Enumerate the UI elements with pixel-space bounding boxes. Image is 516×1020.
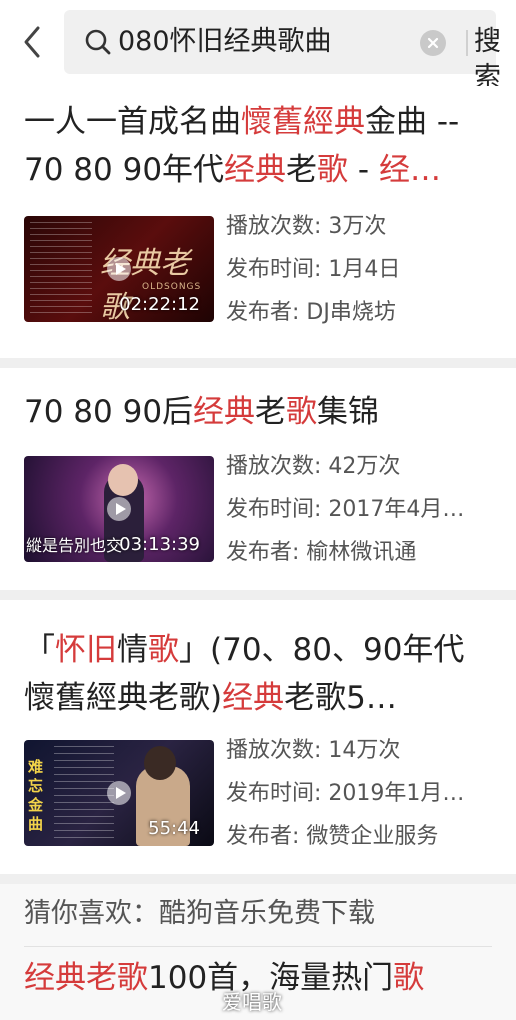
highlighted-keyword: 经… bbox=[378, 152, 441, 188]
thumbnail-caption: 难忘金曲 bbox=[28, 758, 44, 833]
play-icon bbox=[107, 781, 131, 805]
card-divider bbox=[0, 358, 516, 368]
title-text: 老 bbox=[286, 152, 318, 188]
close-icon bbox=[427, 37, 439, 49]
title-text: 老 bbox=[255, 394, 287, 430]
title-text: 集锦 bbox=[317, 394, 380, 430]
result-title[interactable]: 「怀旧情歌」(70、80、90年代 懷舊經典老歌)经典老歌5… bbox=[24, 626, 498, 722]
song-list-graphic bbox=[30, 222, 92, 316]
song-list-graphic bbox=[54, 746, 114, 840]
play-icon bbox=[107, 497, 131, 521]
title-text: 70 80 90后 bbox=[24, 394, 194, 430]
publish-date: 发布时间: 1月4日 bbox=[226, 257, 401, 282]
video-thumbnail[interactable]: 难忘金曲 55:44 bbox=[24, 740, 214, 846]
publish-date: 发布时间: 2017年4月… bbox=[226, 497, 465, 522]
video-thumbnail[interactable]: 縱是告別也交 03:13:39 bbox=[24, 456, 214, 562]
thumbnail-subcaption: OLDSONGS bbox=[142, 282, 202, 292]
title-text: 「 bbox=[24, 632, 55, 668]
publish-date: 发布时间: 2019年1月… bbox=[226, 781, 465, 806]
video-duration: 02:22:12 bbox=[119, 294, 200, 315]
publisher: 发布者: DJ串烧坊 bbox=[226, 300, 396, 325]
highlighted-keyword: 经典老歌 bbox=[24, 960, 148, 996]
result-card[interactable]: 「怀旧情歌」(70、80、90年代 懷舊經典老歌)经典老歌5… 难忘金曲 55:… bbox=[0, 600, 516, 874]
highlighted-keyword: 怀旧 bbox=[55, 632, 117, 668]
title-text: 老歌5… bbox=[284, 680, 397, 716]
search-input[interactable]: 080怀旧经典歌曲 bbox=[118, 24, 408, 60]
highlighted-keyword: 歌 bbox=[148, 632, 179, 668]
chevron-left-icon bbox=[24, 26, 40, 58]
video-duration: 55:44 bbox=[148, 818, 200, 839]
highlighted-keyword: 歌 bbox=[317, 152, 349, 188]
singer-head bbox=[144, 746, 176, 780]
thumbnail-caption: 縱是告別也交 bbox=[26, 536, 123, 555]
highlighted-keyword: 懷舊經典 bbox=[241, 104, 365, 140]
result-card[interactable]: 一人一首成名曲懷舊經典金曲 -- 70 80 90年代经典老歌 - 经… 经典老… bbox=[0, 86, 516, 358]
highlighted-keyword: 歌 bbox=[393, 960, 425, 996]
title-text: - bbox=[348, 152, 379, 188]
publisher: 发布者: 榆林微讯通 bbox=[226, 540, 417, 565]
singer-head bbox=[108, 464, 138, 496]
search-icon bbox=[85, 29, 111, 55]
suggestions-label: 猜你喜欢：酷狗音乐免费下载 bbox=[24, 898, 375, 929]
play-icon bbox=[107, 257, 131, 281]
publisher: 发布者: 微赞企业服务 bbox=[226, 824, 439, 849]
top-bar: 080怀旧经典歌曲 搜索 bbox=[0, 0, 516, 93]
card-divider bbox=[0, 590, 516, 600]
search-divider bbox=[466, 30, 468, 56]
result-card[interactable]: 70 80 90后经典老歌集锦 縱是告別也交 03:13:39 播放次数: 42… bbox=[0, 368, 516, 590]
highlighted-keyword: 经典 bbox=[224, 152, 287, 188]
video-duration: 03:13:39 bbox=[119, 534, 200, 555]
title-text: 一人一首成名曲 bbox=[24, 104, 241, 140]
result-title[interactable]: 70 80 90后经典老歌集锦 bbox=[24, 388, 498, 436]
video-thumbnail[interactable]: 经典老歌 OLDSONGS 02:22:12 bbox=[24, 216, 214, 322]
play-count: 播放次数: 3万次 bbox=[226, 214, 387, 239]
highlighted-keyword: 歌 bbox=[286, 394, 318, 430]
clear-search-button[interactable] bbox=[420, 30, 446, 56]
highlighted-keyword: 经典 bbox=[193, 394, 256, 430]
watermark: 爱唱歌 bbox=[222, 990, 282, 1014]
highlighted-keyword: 经典 bbox=[222, 680, 285, 716]
search-box[interactable]: 080怀旧经典歌曲 搜索 bbox=[64, 10, 501, 93]
play-count: 播放次数: 42万次 bbox=[226, 454, 401, 479]
card-divider bbox=[0, 874, 516, 884]
back-button[interactable] bbox=[14, 22, 50, 62]
result-title[interactable]: 一人一首成名曲懷舊經典金曲 -- 70 80 90年代经典老歌 - 经… bbox=[24, 98, 498, 194]
title-text: 情 bbox=[117, 632, 148, 668]
suggestions-divider bbox=[24, 946, 492, 947]
play-count: 播放次数: 14万次 bbox=[226, 738, 401, 763]
